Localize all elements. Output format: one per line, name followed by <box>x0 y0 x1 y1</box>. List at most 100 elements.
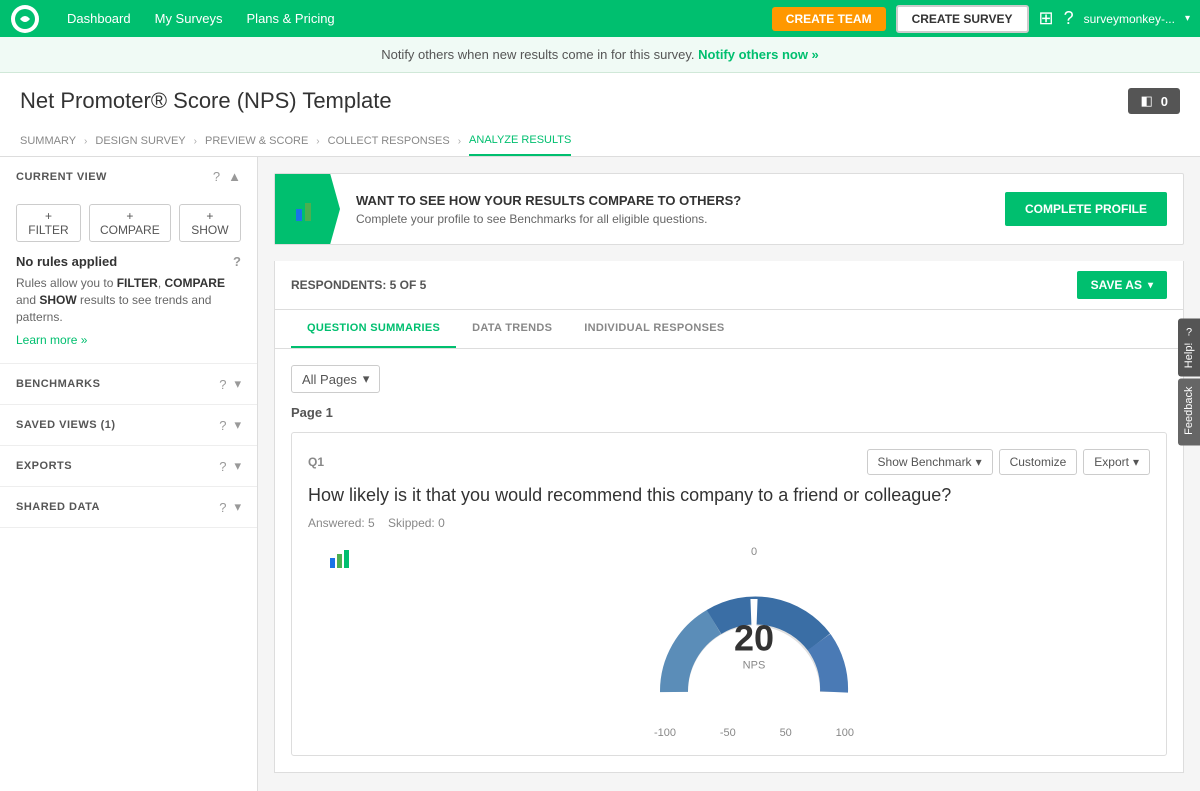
current-view-section: CURRENT VIEW ? ▲ + FILTER + COMPARE + SH… <box>0 157 257 364</box>
shared-data-header[interactable]: SHARED DATA ? ▾ <box>0 487 257 527</box>
benchmarks-header[interactable]: BENCHMARKS ? ▾ <box>0 364 257 404</box>
filter-buttons: + FILTER + COMPARE + SHOW <box>16 204 241 242</box>
breadcrumb-collect-responses[interactable]: COLLECT RESPONSES <box>328 127 450 155</box>
complete-profile-button[interactable]: COMPLETE PROFILE <box>1005 192 1167 226</box>
current-view-help-icon[interactable]: ? <box>213 169 220 184</box>
nps-score: 20 <box>734 618 774 660</box>
nps-scale-right: 100 <box>836 727 854 739</box>
saved-views-help-icon[interactable]: ? <box>219 418 226 433</box>
question-meta: Answered: 5 Skipped: 0 <box>308 516 1150 530</box>
export-label: Export <box>1094 455 1129 469</box>
show-benchmark-chevron-icon: ▾ <box>976 455 982 469</box>
logo[interactable] <box>10 4 40 34</box>
benchmarks-label: BENCHMARKS <box>16 378 100 390</box>
filter-button[interactable]: + FILTER <box>16 204 81 242</box>
user-chevron-icon[interactable]: ▾ <box>1185 13 1190 24</box>
question-text: How likely is it that you would recommen… <box>308 483 1150 508</box>
toggle-count: 0 <box>1161 94 1168 109</box>
nav-plans-pricing[interactable]: Plans & Pricing <box>235 0 347 37</box>
show-benchmark-button[interactable]: Show Benchmark ▾ <box>867 449 993 475</box>
create-survey-button[interactable]: CREATE SURVEY <box>896 5 1029 33</box>
help-label: Help! <box>1183 343 1195 369</box>
rules-description: Rules allow you to FILTER, COMPARE and S… <box>16 275 241 325</box>
breadcrumb-preview-score[interactable]: PREVIEW & SCORE <box>205 127 308 155</box>
main-content: WANT TO SEE HOW YOUR RESULTS COMPARE TO … <box>258 157 1200 791</box>
nps-donut-wrapper: 20 NPS <box>654 562 854 722</box>
exports-header[interactable]: EXPORTS ? ▾ <box>0 446 257 486</box>
current-view-collapse-icon[interactable]: ▲ <box>228 169 241 184</box>
grid-icon[interactable]: ⊞ <box>1039 8 1054 29</box>
customize-button[interactable]: Customize <box>999 449 1078 475</box>
breadcrumb-arrow-4: › <box>458 136 461 147</box>
help-icon[interactable]: ? <box>1064 8 1074 29</box>
current-view-label: CURRENT VIEW <box>16 171 107 183</box>
compare-button[interactable]: + COMPARE <box>89 204 171 242</box>
breadcrumb-summary[interactable]: SUMMARY <box>20 127 76 155</box>
exports-section: EXPORTS ? ▾ <box>0 446 257 487</box>
no-rules-help-icon[interactable]: ? <box>233 254 241 269</box>
shared-data-expand-icon[interactable]: ▾ <box>234 499 241 515</box>
current-view-content: + FILTER + COMPARE + SHOW No rules appli… <box>0 196 257 363</box>
learn-more-link[interactable]: Learn more » <box>16 333 87 347</box>
benchmarks-section: BENCHMARKS ? ▾ <box>0 364 257 405</box>
show-button[interactable]: + SHOW <box>179 204 241 242</box>
feedback-tab[interactable]: Feedback <box>1178 378 1200 445</box>
shared-data-help-icon[interactable]: ? <box>219 500 226 515</box>
exports-label: EXPORTS <box>16 460 72 472</box>
nav-dashboard[interactable]: Dashboard <box>55 0 143 37</box>
pages-dropdown[interactable]: All Pages ▾ <box>291 365 380 393</box>
breadcrumb-arrow-2: › <box>194 136 197 147</box>
current-view-header[interactable]: CURRENT VIEW ? ▲ <box>0 157 257 196</box>
pages-chevron-icon: ▾ <box>363 371 370 387</box>
saved-views-expand-icon[interactable]: ▾ <box>234 417 241 433</box>
notify-link[interactable]: Notify others now » <box>698 47 819 62</box>
pages-filter: All Pages ▾ <box>291 365 1167 393</box>
nav-links: Dashboard My Surveys Plans & Pricing <box>55 0 347 37</box>
shared-data-label: SHARED DATA <box>16 501 100 513</box>
exports-help-icon[interactable]: ? <box>219 459 226 474</box>
tab-question-summaries[interactable]: QUESTION SUMMARIES <box>291 310 456 348</box>
help-tab[interactable]: ? Help! <box>1178 319 1200 377</box>
nps-donut-container: 0 <box>378 546 1130 739</box>
benchmark-text: WANT TO SEE HOW YOUR RESULTS COMPARE TO … <box>340 181 1005 238</box>
benchmark-description: Complete your profile to see Benchmarks … <box>356 212 989 226</box>
toggle-icon: ◧ <box>1140 93 1152 109</box>
current-view-icons: ? ▲ <box>213 169 241 184</box>
benchmark-icon <box>275 174 340 244</box>
breadcrumb: SUMMARY › DESIGN SURVEY › PREVIEW & SCOR… <box>20 126 1180 156</box>
export-chevron-icon: ▾ <box>1133 455 1139 469</box>
create-team-button[interactable]: CREATE TEAM <box>772 7 886 31</box>
nps-label: NPS <box>734 660 774 672</box>
save-as-button[interactable]: SAVE AS ▾ <box>1077 271 1167 299</box>
benchmark-heading: WANT TO SEE HOW YOUR RESULTS COMPARE TO … <box>356 193 989 208</box>
nps-chart-area: 0 <box>308 546 1150 739</box>
user-menu[interactable]: surveymonkey-... <box>1084 12 1175 26</box>
benchmarks-expand-icon[interactable]: ▾ <box>234 376 241 392</box>
nps-scale-labels: -100 -50 50 100 <box>654 727 854 739</box>
export-button[interactable]: Export ▾ <box>1083 449 1150 475</box>
exports-expand-icon[interactable]: ▾ <box>234 458 241 474</box>
answered-count: Answered: 5 <box>308 516 375 530</box>
question-number: Q1 <box>308 455 324 469</box>
nps-scale-right-mid: 50 <box>780 727 792 739</box>
nps-center-text: 20 NPS <box>734 618 774 672</box>
nps-scale-left-mid: -50 <box>720 727 736 739</box>
saved-views-header[interactable]: SAVED VIEWS (1) ? ▾ <box>0 405 257 445</box>
breadcrumb-design-survey[interactable]: DESIGN SURVEY <box>95 127 185 155</box>
skipped-count: Skipped: 0 <box>388 516 445 530</box>
tab-data-trends[interactable]: DATA TRENDS <box>456 310 568 348</box>
tab-individual-responses[interactable]: INDIVIDUAL RESPONSES <box>568 310 740 348</box>
no-rules-label: No rules applied ? <box>16 254 241 269</box>
notify-text: Notify others when new results come in f… <box>381 47 694 62</box>
page-title: Net Promoter® Score (NPS) Template <box>20 88 392 114</box>
benchmarks-help-icon[interactable]: ? <box>219 377 226 392</box>
breadcrumb-analyze-results[interactable]: ANALYZE RESULTS <box>469 126 571 156</box>
nav-my-surveys[interactable]: My Surveys <box>143 0 235 37</box>
save-as-chevron-icon: ▾ <box>1148 280 1153 291</box>
feedback-label: Feedback <box>1183 386 1195 434</box>
breadcrumb-arrow-1: › <box>84 136 87 147</box>
toggle-button[interactable]: ◧ 0 <box>1128 88 1180 114</box>
top-nav: Dashboard My Surveys Plans & Pricing CRE… <box>0 0 1200 37</box>
question-header: Q1 Show Benchmark ▾ Customize Export ▾ <box>308 449 1150 475</box>
sidebar: CURRENT VIEW ? ▲ + FILTER + COMPARE + SH… <box>0 157 258 791</box>
